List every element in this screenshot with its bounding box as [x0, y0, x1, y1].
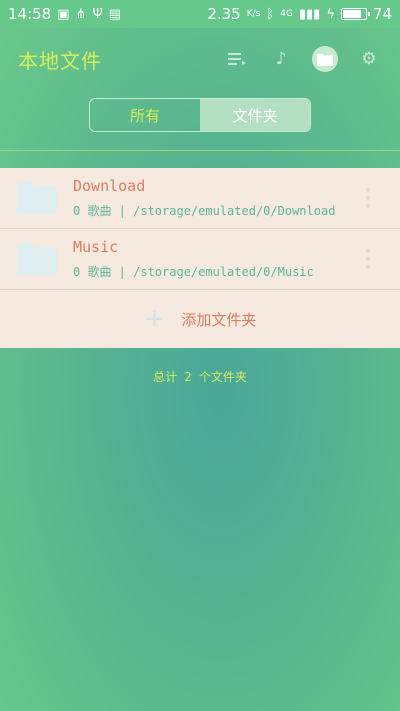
notification-icon: ▤ — [108, 6, 121, 22]
plus-icon: + — [143, 304, 166, 334]
add-folder-label: 添加文件夹 — [181, 310, 257, 329]
segment-all[interactable]: 所有 — [90, 99, 200, 131]
folder-row-download[interactable]: Download 0 歌曲 | /storage/emulated/0/Down… — [0, 168, 400, 229]
appbar-actions: ♪ ⚙ — [224, 46, 382, 72]
status-bar: 14:58 ▣ ⋔ Ψ ▤ 2.35 K/s ᛒ 4G ▮▮▮ ϟ 74 — [0, 0, 400, 28]
add-folder-button[interactable]: + 添加文件夹 — [0, 290, 400, 348]
folder-row-music[interactable]: Music 0 歌曲 | /storage/emulated/0/Music — [0, 229, 400, 290]
segment-folders[interactable]: 文件夹 — [200, 99, 310, 131]
view-segment-control: 所有 文件夹 — [89, 98, 311, 132]
folder-tab-icon[interactable] — [312, 46, 338, 72]
folder-name: Download — [73, 177, 146, 195]
app-bar: 本地文件 ♪ ⚙ — [0, 28, 400, 90]
settings-icon[interactable]: ⚙ — [356, 46, 382, 72]
playlist-icon[interactable] — [224, 46, 250, 72]
folder-count-summary: 总计 2 个文件夹 — [153, 370, 247, 384]
folder-details: 0 歌曲 | /storage/emulated/0/Music — [73, 265, 314, 279]
folder-list: Download 0 歌曲 | /storage/emulated/0/Down… — [0, 168, 400, 348]
charging-icon: ϟ — [326, 6, 335, 22]
battery-level: 74 — [372, 5, 392, 23]
usb-icon: Ψ — [92, 6, 103, 22]
bluetooth-icon: ᛒ — [266, 6, 275, 22]
share-icon: ⋔ — [75, 6, 87, 22]
network-type: 4G — [280, 9, 293, 19]
more-vert-icon[interactable] — [360, 249, 376, 269]
folder-name: Music — [73, 238, 119, 256]
battery-icon — [340, 8, 370, 20]
more-vert-icon[interactable] — [360, 188, 376, 208]
folder-details: 0 歌曲 | /storage/emulated/0/Download — [73, 204, 336, 218]
network-speed: 2.35 — [207, 5, 241, 23]
network-speed-unit: K/s — [246, 9, 261, 19]
image-icon: ▣ — [57, 6, 70, 22]
signal-icon: ▮▮▮ — [298, 6, 321, 22]
page-title: 本地文件 — [18, 48, 102, 73]
folder-icon — [17, 243, 57, 275]
music-note-icon[interactable]: ♪ — [268, 46, 294, 72]
status-time: 14:58 — [8, 5, 52, 23]
folder-icon — [17, 182, 57, 214]
divider — [0, 150, 400, 151]
